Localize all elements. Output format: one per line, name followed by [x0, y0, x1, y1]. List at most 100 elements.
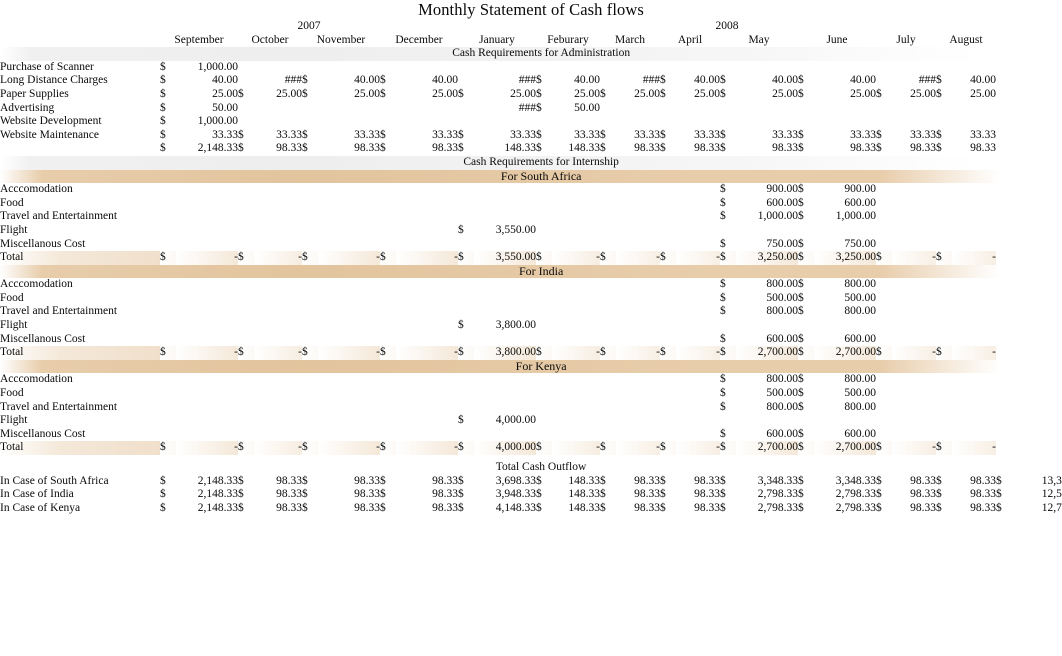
cell-value-9[interactable]: 2,798.33: [814, 488, 876, 502]
cell-value-6[interactable]: -: [616, 251, 660, 265]
cell-value-11[interactable]: [952, 61, 996, 75]
cell-value-9[interactable]: [814, 61, 876, 75]
cell-value-10[interactable]: [892, 414, 936, 428]
cell-value-2[interactable]: 98.33: [318, 488, 380, 502]
cell-value-1[interactable]: [254, 278, 302, 292]
cell-value-11[interactable]: 98.33: [952, 475, 996, 489]
cell-value-11[interactable]: [952, 387, 996, 401]
column-header-may[interactable]: May: [720, 34, 798, 48]
cell-value-6[interactable]: [616, 238, 660, 252]
cell-value-total[interactable]: 12,730.0: [1012, 502, 1062, 516]
column-header-november[interactable]: November: [302, 34, 380, 48]
cell-value-5[interactable]: [552, 224, 600, 238]
cell-value-5[interactable]: 148.33: [552, 142, 600, 156]
cell-value-0[interactable]: [176, 238, 238, 252]
cell-value-11[interactable]: [952, 197, 996, 211]
cell-value-10[interactable]: [892, 238, 936, 252]
cell-value-2[interactable]: 98.33: [318, 502, 380, 516]
cell-value-8[interactable]: 800.00: [736, 373, 798, 387]
column-header-june[interactable]: June: [798, 34, 876, 48]
cell-value-7[interactable]: [676, 428, 720, 442]
cell-value-0[interactable]: -: [176, 346, 238, 360]
cell-value-0[interactable]: -: [176, 251, 238, 265]
cell-value-8[interactable]: 2,798.33: [736, 488, 798, 502]
cell-value-8[interactable]: [736, 102, 798, 116]
cell-value-10[interactable]: [892, 292, 936, 306]
cell-value-11[interactable]: [952, 292, 996, 306]
cell-value-4[interactable]: 3,550.00: [474, 251, 536, 265]
cell-value-6[interactable]: -: [616, 441, 660, 455]
cell-value-1[interactable]: 98.33: [254, 488, 302, 502]
cell-value-4[interactable]: ###: [474, 74, 536, 88]
cell-value-9[interactable]: [814, 115, 876, 129]
cell-value-0[interactable]: [176, 278, 238, 292]
cell-value-2[interactable]: [318, 319, 380, 333]
cell-value-5[interactable]: 148.33: [552, 502, 600, 516]
cell-value-1[interactable]: 98.33: [254, 475, 302, 489]
cell-value-2[interactable]: -: [318, 251, 380, 265]
cell-value-4[interactable]: [474, 115, 536, 129]
cell-value-8[interactable]: [736, 224, 798, 238]
cell-value-0[interactable]: [176, 387, 238, 401]
cell-value-3[interactable]: [396, 373, 458, 387]
cell-value-10[interactable]: 98.33: [892, 488, 936, 502]
cell-value-9[interactable]: 98.33: [814, 142, 876, 156]
cell-value-2[interactable]: [318, 292, 380, 306]
cell-value-9[interactable]: 2,798.33: [814, 502, 876, 516]
cell-value-5[interactable]: 33.33: [552, 129, 600, 143]
cell-value-4[interactable]: [474, 305, 536, 319]
cell-value-9[interactable]: [814, 102, 876, 116]
cell-value-10[interactable]: 25.00: [892, 88, 936, 102]
cell-value-4[interactable]: 4,000.00: [474, 414, 536, 428]
cell-value-9[interactable]: 500.00: [814, 387, 876, 401]
cell-value-5[interactable]: 25.00: [552, 88, 600, 102]
cell-value-7[interactable]: [676, 115, 720, 129]
cell-value-8[interactable]: 1,000.00: [736, 210, 798, 224]
cell-value-5[interactable]: [552, 197, 600, 211]
cell-value-0[interactable]: 1,000.00: [176, 61, 238, 75]
cell-value-7[interactable]: 40.00: [676, 74, 720, 88]
cell-value-2[interactable]: [318, 387, 380, 401]
column-header-september[interactable]: September: [160, 34, 238, 48]
cell-value-4[interactable]: 4,000.00: [474, 441, 536, 455]
cell-value-0[interactable]: [176, 373, 238, 387]
cell-value-6[interactable]: [616, 102, 660, 116]
cell-value-9[interactable]: 40.00: [814, 74, 876, 88]
cell-value-7[interactable]: [676, 401, 720, 415]
cell-value-6[interactable]: [616, 333, 660, 347]
cell-value-total[interactable]: 13,380.0: [1012, 475, 1062, 489]
cell-value-11[interactable]: [952, 305, 996, 319]
cell-value-1[interactable]: [254, 428, 302, 442]
cell-value-3[interactable]: [396, 183, 458, 197]
cell-value-5[interactable]: [552, 333, 600, 347]
cell-value-2[interactable]: [318, 428, 380, 442]
cell-value-0[interactable]: [176, 414, 238, 428]
cell-value-6[interactable]: [616, 373, 660, 387]
cell-value-3[interactable]: -: [396, 251, 458, 265]
cell-value-1[interactable]: [254, 319, 302, 333]
cell-value-3[interactable]: 98.33: [396, 488, 458, 502]
cell-value-1[interactable]: [254, 305, 302, 319]
cell-value-7[interactable]: [676, 102, 720, 116]
cell-value-1[interactable]: 33.33: [254, 129, 302, 143]
cell-value-6[interactable]: [616, 305, 660, 319]
cell-value-total[interactable]: 12,530.0: [1012, 488, 1062, 502]
column-header-feburary[interactable]: Feburary: [536, 34, 600, 48]
cell-value-1[interactable]: -: [254, 251, 302, 265]
cell-value-10[interactable]: [892, 183, 936, 197]
cell-value-6[interactable]: 98.33: [616, 475, 660, 489]
cell-value-8[interactable]: 2,798.33: [736, 502, 798, 516]
cell-value-1[interactable]: [254, 333, 302, 347]
cell-value-10[interactable]: ###: [892, 74, 936, 88]
cell-value-5[interactable]: [552, 414, 600, 428]
cell-value-1[interactable]: [254, 401, 302, 415]
cell-value-7[interactable]: -: [676, 251, 720, 265]
cell-value-5[interactable]: [552, 210, 600, 224]
cell-value-8[interactable]: [736, 319, 798, 333]
cell-value-4[interactable]: [474, 373, 536, 387]
cell-value-7[interactable]: [676, 210, 720, 224]
cell-value-7[interactable]: [676, 238, 720, 252]
cell-value-0[interactable]: 33.33: [176, 129, 238, 143]
cell-value-9[interactable]: 3,348.33: [814, 475, 876, 489]
cell-value-4[interactable]: 33.33: [474, 129, 536, 143]
